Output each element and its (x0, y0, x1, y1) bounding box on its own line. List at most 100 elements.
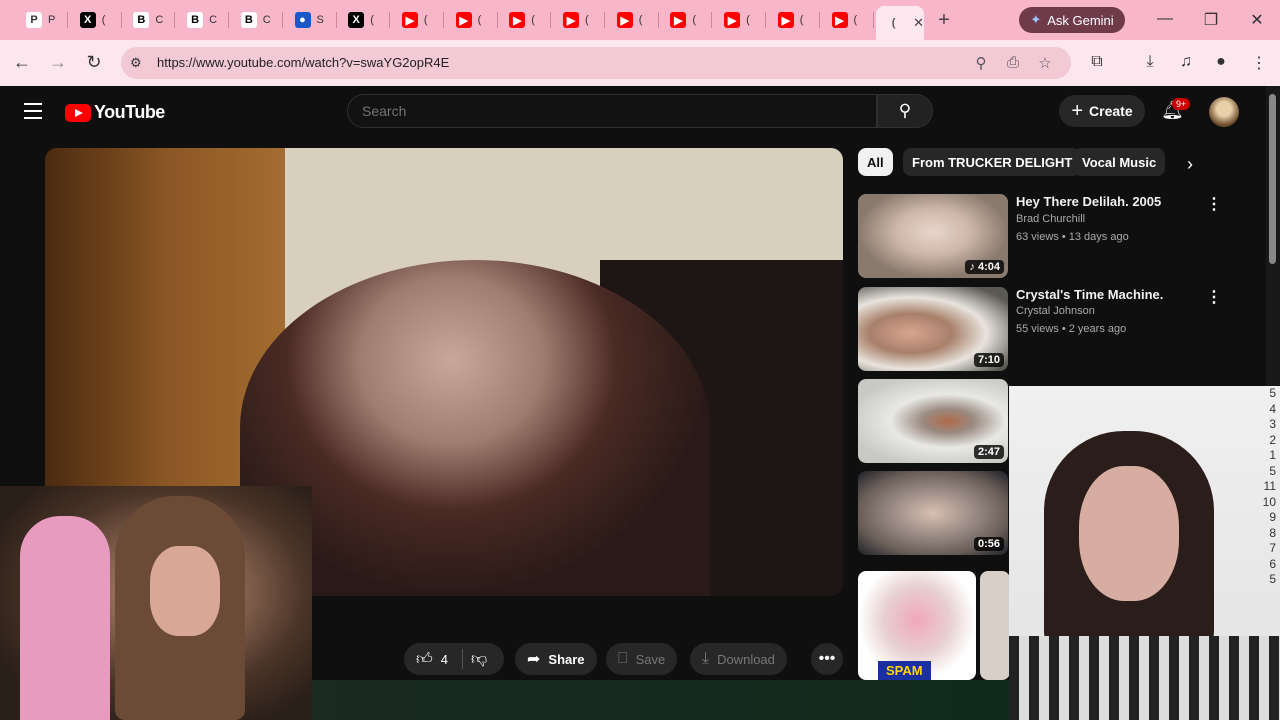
ask-gemini-button[interactable]: ✦ Ask Gemini (1019, 7, 1125, 33)
tab-separator (496, 12, 498, 28)
menu-icon[interactable] (24, 103, 42, 124)
ruler-mark: 11 (1263, 479, 1276, 493)
ruler-mark: 10 (1262, 494, 1276, 509)
tab-0[interactable]: PP (16, 6, 66, 34)
webcam-pink-chair (20, 516, 110, 720)
tab-label: ( (531, 14, 535, 26)
more-actions-button[interactable]: ••• (811, 643, 843, 675)
bookmark-icon: ⎕ (618, 650, 628, 667)
rec-menu-icon[interactable]: ⋮ (1206, 287, 1222, 307)
short-thumbnail-2[interactable] (980, 571, 1010, 680)
create-button[interactable]: + Create (1059, 95, 1145, 127)
tab-11[interactable]: ▶( (607, 6, 657, 34)
minimize-icon[interactable]: — (1155, 10, 1175, 28)
save-button[interactable]: ⎕ Save (606, 643, 678, 675)
search-input[interactable] (348, 95, 848, 127)
plus-icon: + (1071, 99, 1084, 122)
like-count: 4 (440, 651, 448, 667)
profile-icon[interactable]: ● (1210, 53, 1232, 71)
extensions-icon[interactable]: ⧉ (1086, 53, 1108, 71)
tab-12[interactable]: ▶( (660, 6, 710, 34)
rec-meta-1: 63 views • 13 days ago (1016, 231, 1129, 243)
zoom-icon[interactable]: ⚲ (972, 54, 990, 72)
tab-1[interactable]: X( (70, 6, 120, 34)
chip-all[interactable]: All (858, 148, 893, 176)
download-button[interactable]: ⤓ Download (690, 643, 787, 675)
media-controls-icon[interactable]: ♫ (1175, 53, 1197, 71)
tab-separator (657, 12, 659, 28)
tab-label: C (155, 14, 164, 26)
chip-vocal-music[interactable]: Vocal Music (1073, 148, 1166, 176)
rec-thumbnail-3[interactable]: 2:47 (858, 379, 1008, 463)
tab-label: ( (638, 14, 643, 26)
share-label: Share (548, 651, 585, 667)
tab-3[interactable]: BC (177, 6, 227, 34)
tab-8[interactable]: ▶( (446, 6, 496, 34)
rec-title-2[interactable]: Crystal's Time Machine. (1016, 287, 1163, 302)
tab-separator (228, 12, 230, 28)
tab-5[interactable]: ● S (285, 6, 335, 34)
tab-favicon-icon: ▶ (455, 12, 472, 28)
tab-14[interactable]: ▶( (768, 6, 818, 34)
url-text[interactable]: https://www.youtube.com/watch?v=swaYG2op… (157, 55, 449, 70)
new-tab-button[interactable]: + (934, 9, 954, 32)
height-ruler: 5 4 3 2 1 5 11 10 9 8 7 6 5 (1246, 386, 1276, 720)
rec-menu-icon[interactable]: ⋮ (1206, 194, 1222, 214)
tab-label: ( (692, 14, 697, 26)
avatar[interactable] (1209, 97, 1239, 127)
thumbs-up-icon: 👍︎ (416, 650, 433, 668)
rec-title-1[interactable]: Hey There Delilah. 2005 (1016, 194, 1161, 209)
back-arrow-icon[interactable]: ← (11, 52, 33, 73)
reload-icon[interactable]: ↻ (83, 52, 105, 73)
tab-favicon-icon: B (133, 12, 150, 28)
notification-badge: 9+ (1172, 98, 1191, 110)
bookmark-star-icon[interactable]: ☆ (1036, 54, 1054, 72)
site-info-icon[interactable]: ⚙ (130, 55, 146, 71)
tab-7[interactable]: ▶( (392, 6, 442, 34)
restore-icon[interactable]: ❐ (1201, 10, 1221, 30)
tab-favicon-icon: ▶ (724, 12, 741, 28)
tab-10[interactable]: ▶( (553, 6, 603, 34)
rec-channel-1[interactable]: Brad Churchill (1016, 213, 1085, 225)
share-icon: ➦ (527, 651, 541, 668)
tab-9[interactable]: ▶( (499, 6, 549, 34)
like-button[interactable]: 👍︎ 4 👎︎ (404, 643, 504, 675)
downloads-icon[interactable]: ⤓ (1139, 53, 1161, 71)
close-window-icon[interactable]: ✕ (1247, 10, 1267, 30)
rec-thumbnail-1[interactable]: ♪ 4:04 (858, 194, 1008, 278)
close-tab-icon[interactable]: ✕ (913, 15, 924, 31)
rec-channel-2[interactable]: Crystal Johnson (1016, 305, 1095, 317)
short-thumbnail-1[interactable]: SPAM (858, 571, 976, 680)
duration-badge: ♪ 4:04 (965, 260, 1004, 274)
tab-favicon-icon: X (79, 12, 96, 28)
rec-thumbnail-4[interactable]: 0:56 (858, 471, 1008, 555)
ruler-mark: 5 (1269, 463, 1276, 478)
thumbs-down-icon[interactable]: 👎︎ (471, 650, 487, 669)
browser-menu-icon[interactable]: ⋮ (1248, 53, 1270, 73)
ruler-mark: 1 (1269, 448, 1276, 462)
download-icon: ⤓ (702, 650, 710, 667)
tab-15[interactable]: ▶( (822, 6, 872, 34)
search-button[interactable]: ⚲ (877, 94, 933, 128)
tab-favicon-icon: B (187, 12, 204, 28)
tab-13[interactable]: ▶( (714, 6, 764, 34)
tab-6[interactable]: X( (338, 6, 388, 34)
tab-separator (872, 12, 874, 28)
tab-label: ( (423, 14, 428, 26)
install-app-icon[interactable]: ⎙ (1004, 54, 1022, 71)
share-button[interactable]: ➦ Share (515, 643, 597, 675)
tab-separator (442, 12, 444, 28)
scrollbar-thumb[interactable] (1269, 94, 1276, 264)
tab-4[interactable]: BC (231, 6, 281, 34)
chip-from-trucker-delight[interactable]: From TRUCKER DELIGHT (903, 148, 1082, 176)
forward-arrow-icon[interactable]: → (47, 52, 69, 73)
rec-thumbnail-2[interactable]: 7:10 (858, 287, 1008, 371)
tab-active[interactable]: ( ✕ (876, 6, 924, 40)
tab-2[interactable]: BC (123, 6, 173, 34)
tab-label: ( (746, 14, 750, 26)
search-icon: ⚲ (898, 101, 912, 120)
chevron-right-icon[interactable]: › (1187, 154, 1193, 175)
youtube-logo[interactable]: YouTube (65, 102, 165, 123)
ruler-mark: 8 (1269, 525, 1276, 540)
tab-favicon-icon: ▶ (616, 12, 633, 28)
